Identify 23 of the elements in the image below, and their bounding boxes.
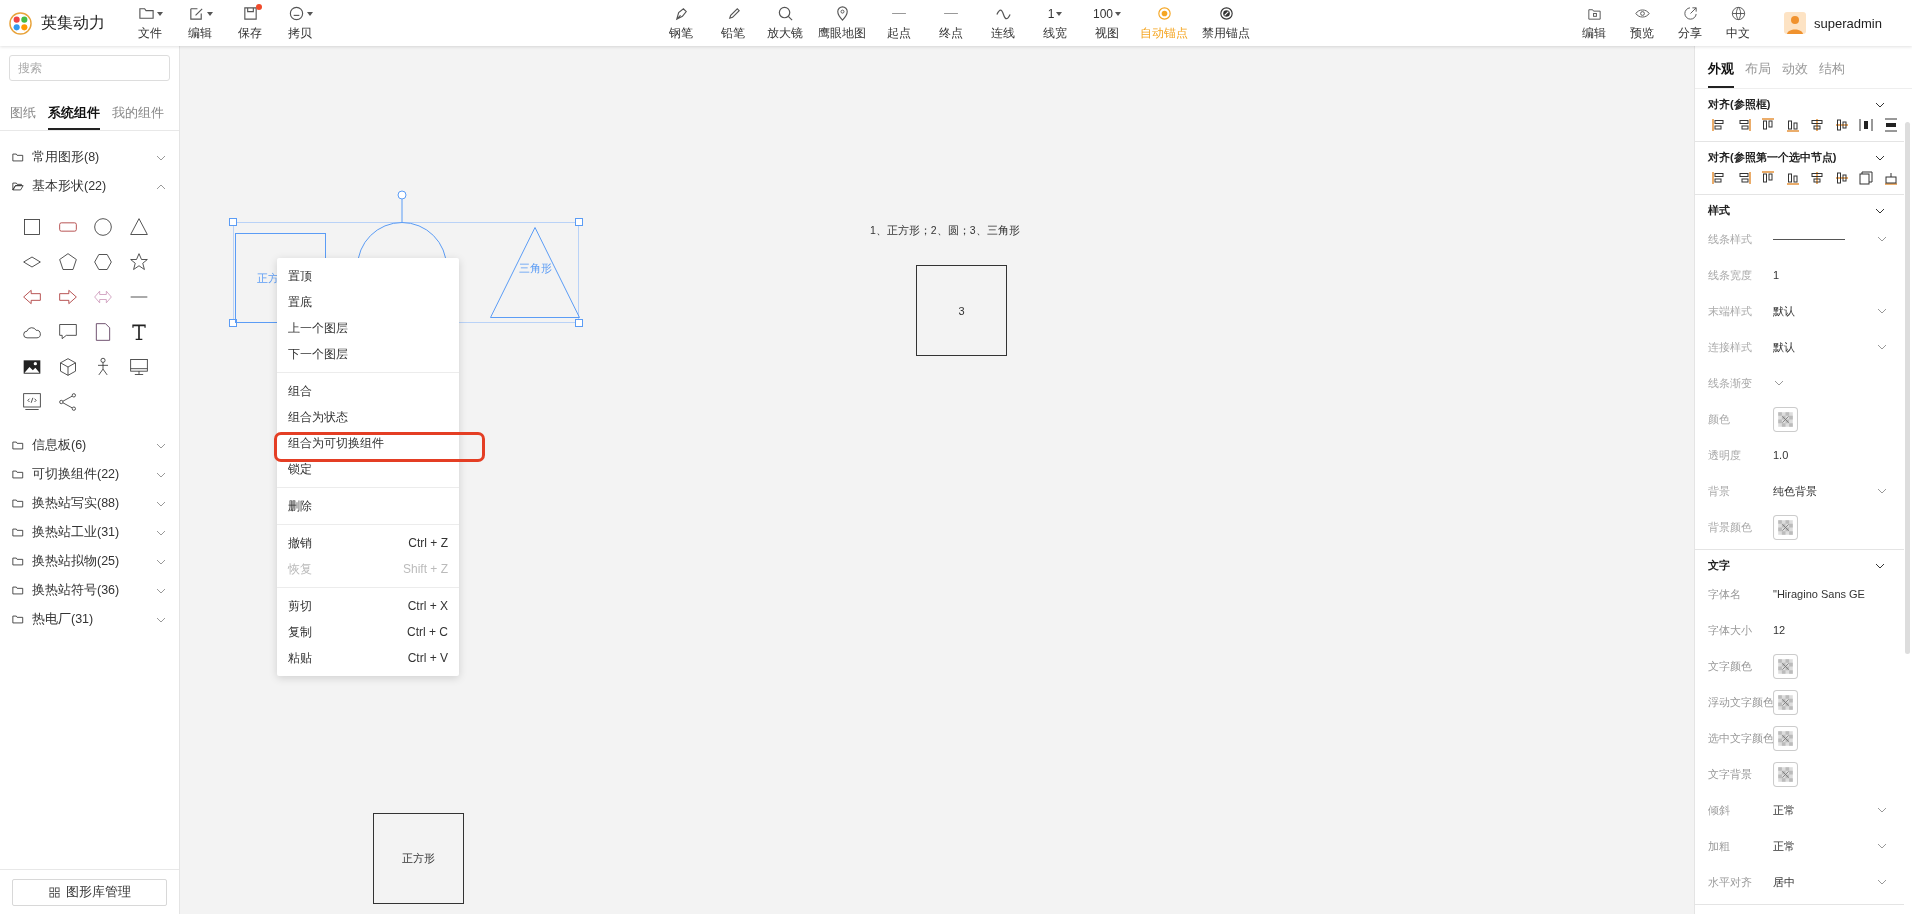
- app-title: 英集动力: [41, 12, 105, 33]
- field-label: 背景颜色: [1708, 519, 1753, 535]
- field-label: 选中文字颜色: [1708, 730, 1773, 746]
- section-title: 样式: [1708, 203, 1730, 218]
- field-label: 线条样式: [1708, 231, 1753, 247]
- field-label: 连接样式: [1708, 339, 1753, 355]
- field-label: 倾斜: [1708, 802, 1731, 818]
- field-label: 文字背景: [1708, 766, 1753, 782]
- field-label: 颜色: [1708, 411, 1731, 427]
- field-label: 水平对齐: [1708, 874, 1753, 890]
- field-label: 末端样式: [1708, 303, 1753, 319]
- field-label: 文字颜色: [1708, 658, 1753, 674]
- field-label: 线条渐变: [1708, 375, 1753, 391]
- field-label: 浮动文字颜色: [1708, 694, 1773, 710]
- field-label: 字体名: [1708, 586, 1742, 602]
- field-label: 加粗: [1708, 838, 1731, 854]
- field-label: 字体大小: [1708, 622, 1753, 638]
- field-label: 线条宽度: [1708, 267, 1753, 283]
- section-title: 对齐(参照第一个选中节点): [1708, 150, 1837, 165]
- field-label: 背景: [1708, 483, 1731, 499]
- section-title: 文字: [1708, 558, 1730, 573]
- field-label: 透明度: [1708, 447, 1742, 463]
- section-title: 对齐(参照框): [1708, 97, 1771, 112]
